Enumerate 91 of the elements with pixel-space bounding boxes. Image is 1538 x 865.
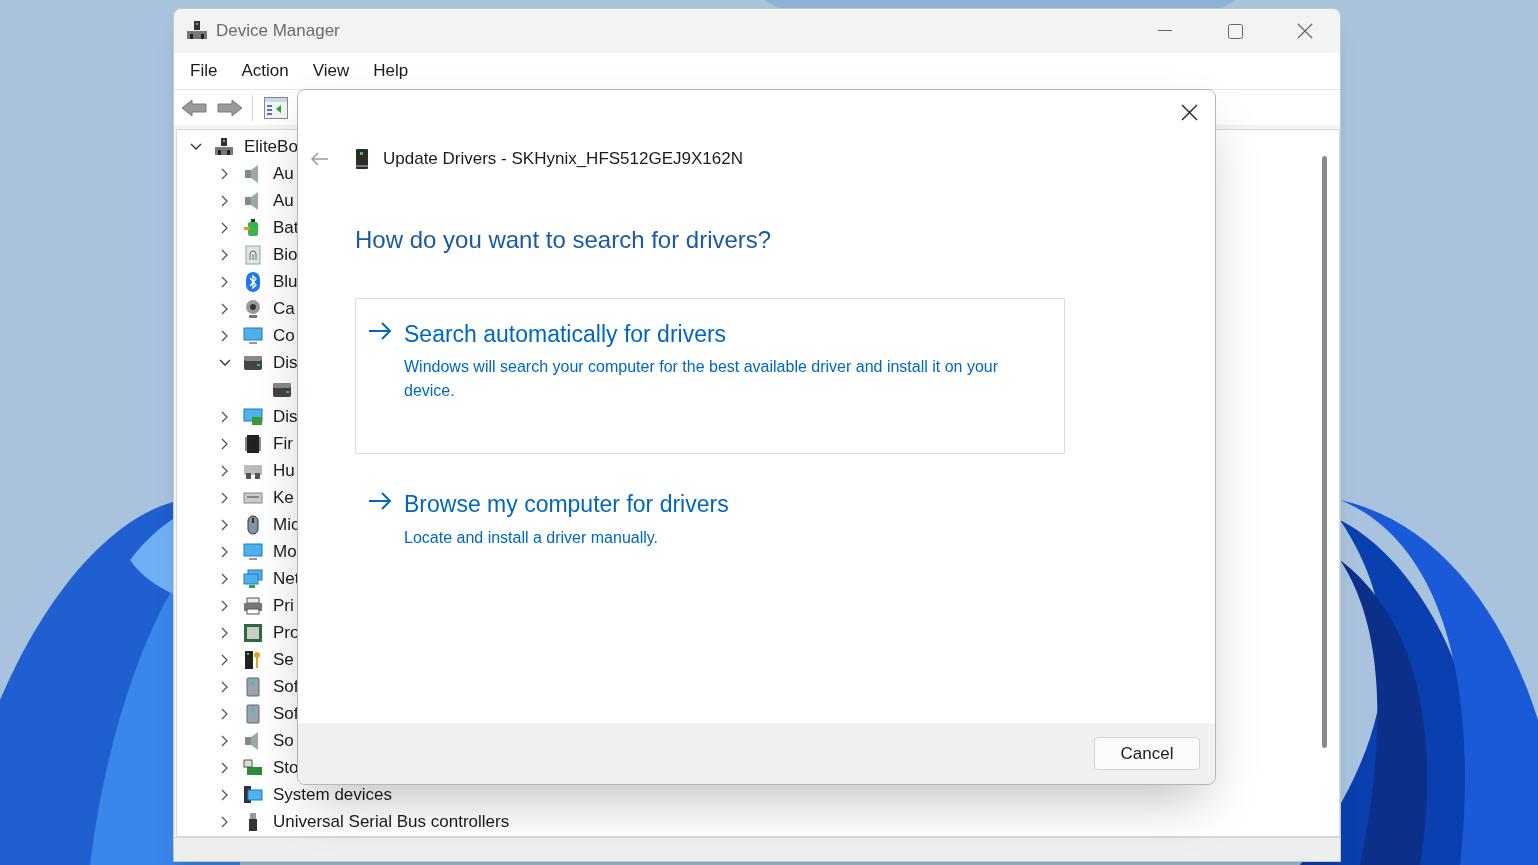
dialog-heading: How do you want to search for drivers?: [355, 224, 772, 255]
chevron-right-icon[interactable]: [221, 545, 229, 558]
drive-icon: [356, 148, 368, 169]
device-icon: [243, 595, 263, 616]
chevron-right-icon[interactable]: [221, 275, 229, 288]
device-icon: [243, 271, 263, 292]
chevron-right-icon[interactable]: [221, 761, 229, 774]
chevron-right-icon[interactable]: [221, 194, 229, 207]
tree-item[interactable]: Dis: [273, 349, 298, 376]
option-button[interactable]: Search automatically for drivers Windows will search your computer for the best available driver and install it on your device.: [355, 297, 1065, 454]
option-button[interactable]: Browse my computer for drivers Locate and install a driver manually.: [355, 468, 1065, 571]
chevron-right-icon[interactable]: [221, 653, 229, 666]
chevron-right-icon[interactable]: [221, 410, 229, 423]
tree-item[interactable]: Bat: [273, 214, 299, 241]
device-icon: [243, 406, 263, 427]
menu-item[interactable]: View: [302, 56, 360, 86]
tree-item[interactable]: Co: [273, 322, 295, 349]
device-icon: [243, 757, 263, 778]
device-icon: [243, 649, 263, 670]
tree-item[interactable]: Sof: [273, 673, 299, 700]
chevron-right-icon[interactable]: [221, 518, 229, 531]
chevron-right-icon[interactable]: [221, 329, 229, 342]
chevron-right-icon[interactable]: [221, 815, 229, 828]
cancel-button[interactable]: Cancel: [1094, 737, 1200, 770]
app-icon: [186, 20, 208, 42]
chevron-right-icon[interactable]: [221, 599, 229, 612]
tree-item[interactable]: So: [273, 727, 294, 754]
chevron-right-icon[interactable]: [221, 707, 229, 720]
menu-item[interactable]: Help: [363, 56, 419, 86]
tree-item[interactable]: System devices: [273, 781, 393, 808]
tree-item[interactable]: Au: [273, 187, 294, 214]
back-arrow-icon: [181, 97, 207, 118]
device-icon: [243, 568, 263, 589]
window-title: Device Manager: [216, 20, 340, 43]
forward-arrow-icon: [217, 97, 243, 118]
chevron-right-icon[interactable]: [221, 464, 229, 477]
option-description: Locate and install a driver manually.: [404, 527, 660, 548]
tree-item[interactable]: EliteBo: [244, 133, 298, 160]
tree-item[interactable]: Bio: [273, 241, 298, 268]
close-icon: [1297, 23, 1313, 39]
device-icon: [243, 433, 263, 454]
tree-item[interactable]: Hu: [273, 457, 295, 484]
tree-item[interactable]: Mic: [273, 511, 300, 538]
tree-item[interactable]: Au: [273, 160, 294, 187]
maximize-icon: [1227, 23, 1243, 39]
option-description: Windows will search your computer for the best available driver and install it on your device.: [404, 357, 1000, 401]
device-icon: [243, 244, 263, 265]
chevron-right-icon[interactable]: [221, 788, 229, 801]
device-icon: [243, 298, 263, 319]
tree-item[interactable]: Sto: [273, 754, 299, 781]
tree-item[interactable]: Fir: [273, 430, 293, 457]
device-icon: [243, 622, 263, 643]
menu-item[interactable]: Action: [231, 56, 299, 86]
menu-item[interactable]: File: [180, 56, 228, 86]
back-arrow-icon: [311, 151, 329, 166]
chevron-right-icon[interactable]: [221, 680, 229, 693]
chevron-right-icon[interactable]: [221, 302, 229, 315]
arrow-right-icon: [368, 492, 392, 510]
tree-item[interactable]: Blu: [273, 268, 298, 295]
minimize-icon: [1158, 30, 1172, 32]
device-icon: [214, 136, 234, 157]
chevron-right-icon[interactable]: [221, 572, 229, 585]
panel-icon: [264, 96, 288, 119]
tree-item[interactable]: Dis: [273, 403, 298, 430]
tree-item[interactable]: Universal Serial Bus controllers: [273, 808, 510, 835]
tree-item[interactable]: Mo: [273, 538, 297, 565]
tree-item[interactable]: Ke: [273, 484, 294, 511]
tree-item[interactable]: Ca: [273, 295, 295, 322]
tree-item[interactable]: Sof: [273, 700, 299, 727]
option-title: Browse my computer for drivers: [404, 490, 729, 519]
tree-item[interactable]: Pri: [273, 592, 294, 619]
arrow-right-icon: [368, 321, 392, 340]
chevron-right-icon[interactable]: [221, 491, 229, 504]
chevron-right-icon[interactable]: [221, 626, 229, 639]
chevron-right-icon[interactable]: [221, 167, 229, 180]
close-icon: [1180, 103, 1198, 121]
device-icon: [243, 541, 263, 562]
device-icon: [243, 325, 263, 346]
chevron-right-icon[interactable]: [221, 221, 229, 234]
scrollbar-thumb[interactable]: [1322, 156, 1327, 748]
tree-item[interactable]: Se: [273, 646, 294, 673]
device-icon: [243, 703, 263, 724]
device-icon: [243, 784, 263, 805]
option-title: Search automatically for drivers: [404, 319, 728, 349]
chevron-down-icon[interactable]: [190, 142, 202, 151]
chevron-right-icon[interactable]: [221, 437, 229, 450]
chevron-right-icon[interactable]: [221, 734, 229, 747]
chevron-down-icon[interactable]: [219, 358, 231, 367]
device-icon: [243, 676, 263, 697]
chevron-right-icon[interactable]: [221, 248, 229, 261]
dialog-title: Update Drivers - SKHynix_HFS512GEJ9X162N: [383, 148, 743, 170]
